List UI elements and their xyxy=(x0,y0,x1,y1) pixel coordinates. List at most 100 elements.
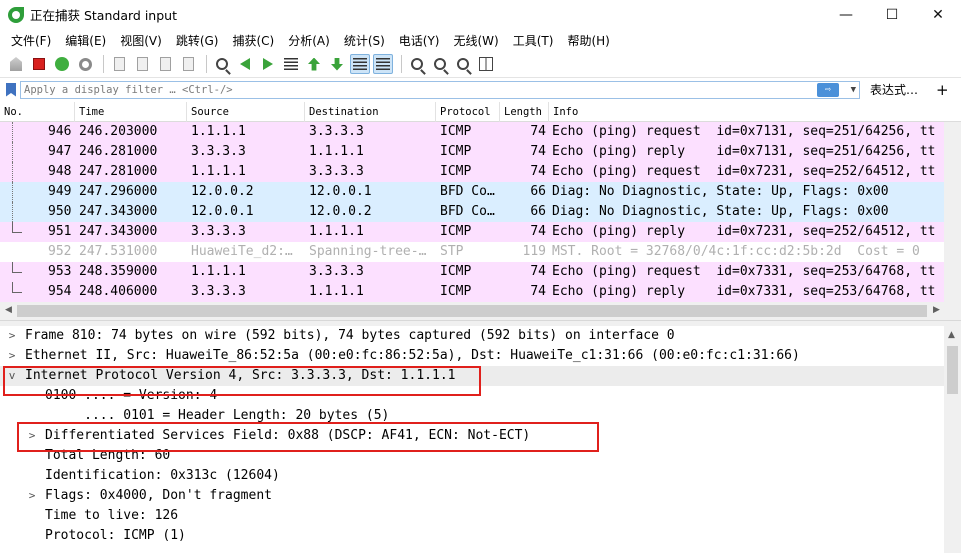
detail-tree-item[interactable]: > Differentiated Services Field: 0x88 (DS… xyxy=(0,426,944,446)
menu-help[interactable]: 帮助(H) xyxy=(560,32,616,49)
detail-tree-item[interactable]: .... 0101 = Header Length: 20 bytes (5) xyxy=(0,406,944,426)
display-filter-input[interactable]: Apply a display filter … <Ctrl-/> ⇨ ▼ xyxy=(20,80,860,99)
column-header-length[interactable]: Length xyxy=(500,102,549,122)
column-header-time[interactable]: Time xyxy=(75,102,187,122)
colorize-button[interactable] xyxy=(373,54,393,74)
expression-button[interactable]: 表达式… xyxy=(870,81,918,98)
packet-cell-info: MST. Root = 32768/0/4c:1f:cc:d2:5b:2d Co… xyxy=(552,244,920,259)
chevron-right-icon[interactable]: > xyxy=(6,346,18,366)
capture-options-button[interactable] xyxy=(75,54,95,74)
window-title: 正在捕获 Standard input xyxy=(30,8,177,23)
save-file-button[interactable] xyxy=(132,54,152,74)
detail-tree-item[interactable]: Total Length: 60 xyxy=(0,446,944,466)
resize-columns-button[interactable] xyxy=(476,54,496,74)
packet-row[interactable]: 950 247.343000 12.0.0.1 12.0.0.2 BFD Co… 66 Di… xyxy=(0,202,944,222)
maximize-button[interactable]: ☐ xyxy=(869,0,915,29)
open-file-button[interactable] xyxy=(109,54,129,74)
packet-cell-proto: ICMP xyxy=(440,144,472,159)
column-header-destination[interactable]: Destination xyxy=(305,102,436,122)
go-forward-button[interactable] xyxy=(258,54,278,74)
detail-tree-item[interactable]: Time to live: 126 xyxy=(0,506,944,526)
menu-wireless[interactable]: 无线(W) xyxy=(447,32,506,49)
horizontal-scroll-thumb[interactable] xyxy=(17,305,927,317)
menu-go[interactable]: 跳转(G) xyxy=(169,32,226,49)
detail-tree-item[interactable]: 0100 .... = Version: 4 xyxy=(0,386,944,406)
column-header-protocol[interactable]: Protocol xyxy=(436,102,500,122)
reload-file-button[interactable] xyxy=(178,54,198,74)
details-vertical-scrollbar[interactable]: ▲ xyxy=(944,326,961,553)
zoom-normal-button[interactable] xyxy=(453,54,473,74)
start-capture-button[interactable] xyxy=(6,54,26,74)
detail-tree-item[interactable]: Protocol: ICMP (1) xyxy=(0,526,944,546)
packet-row[interactable]: 949 247.296000 12.0.0.2 12.0.0.1 BFD Co… 66 Di… xyxy=(0,182,944,202)
column-header-source[interactable]: Source xyxy=(187,102,305,122)
menu-capture[interactable]: 捕获(C) xyxy=(225,32,281,49)
menu-view[interactable]: 视图(V) xyxy=(113,32,169,49)
minimize-button[interactable]: — xyxy=(823,0,869,29)
conversation-tree-connector xyxy=(12,222,22,233)
main-toolbar xyxy=(0,51,961,78)
menu-telephony[interactable]: 电话(Y) xyxy=(392,32,447,49)
bookmark-icon[interactable] xyxy=(6,82,16,97)
chevron-down-icon[interactable]: v xyxy=(6,366,18,386)
detail-tree-item[interactable]: > Flags: 0x4000, Don't fragment xyxy=(0,486,944,506)
scroll-up-icon[interactable]: ▲ xyxy=(948,330,955,340)
packet-cell-dst: 12.0.0.1 xyxy=(309,184,372,199)
chevron-down-icon[interactable]: ▼ xyxy=(851,82,856,98)
detail-tree-item[interactable]: Identification: 0x313c (12604) xyxy=(0,466,944,486)
scroll-right-icon[interactable]: ▶ xyxy=(933,305,940,315)
packet-row[interactable]: 948 247.281000 1.1.1.1 3.3.3.3 ICMP 74 Echo (p… xyxy=(0,162,944,182)
go-back-button[interactable] xyxy=(235,54,255,74)
packet-list-vertical-scrollbar[interactable] xyxy=(944,122,961,302)
column-header-info[interactable]: Info xyxy=(549,102,961,122)
menu-statistics[interactable]: 统计(S) xyxy=(337,32,392,49)
packet-row[interactable]: 953 248.359000 1.1.1.1 3.3.3.3 ICMP 74 Echo (p… xyxy=(0,262,944,282)
zoom-out-button[interactable] xyxy=(430,54,450,74)
packet-row[interactable]: 952 247.531000 HuaweiTe_d2:… Spanning-tree-… xyxy=(0,242,944,262)
menu-tools[interactable]: 工具(T) xyxy=(506,32,561,49)
menu-file[interactable]: 文件(F) xyxy=(4,32,58,49)
packet-cell-no: 950 xyxy=(48,204,72,219)
detail-tree-item[interactable]: > Ethernet II, Src: HuaweiTe_86:52:5a (00… xyxy=(0,346,944,366)
packet-cell-len: 74 xyxy=(530,144,546,159)
menu-edit[interactable]: 编辑(E) xyxy=(58,32,113,49)
chevron-right-icon[interactable]: > xyxy=(26,486,38,506)
find-packet-button[interactable] xyxy=(212,54,232,74)
close-file-button[interactable] xyxy=(155,54,175,74)
packet-cell-dst: 3.3.3.3 xyxy=(309,124,364,139)
packet-row[interactable]: 954 248.406000 3.3.3.3 1.1.1.1 ICMP 74 Echo (p… xyxy=(0,282,944,302)
packet-cell-info: Echo (ping) request id=0x7331, seq=253/6… xyxy=(552,264,936,279)
vertical-scroll-thumb[interactable] xyxy=(947,346,958,394)
detail-tree-item[interactable]: > Frame 810: 74 bytes on wire (592 bits),… xyxy=(0,326,944,346)
packet-cell-no: 946 xyxy=(48,124,72,139)
packet-row[interactable]: 951 247.343000 3.3.3.3 1.1.1.1 ICMP 74 Echo (p… xyxy=(0,222,944,242)
packet-cell-src: 1.1.1.1 xyxy=(191,164,246,179)
go-to-packet-button[interactable] xyxy=(281,54,301,74)
go-last-packet-button[interactable] xyxy=(327,54,347,74)
packet-cell-no: 949 xyxy=(48,184,72,199)
packet-cell-no: 951 xyxy=(48,224,72,239)
autoscroll-button[interactable] xyxy=(350,54,370,74)
stop-icon xyxy=(33,58,45,70)
packet-cell-proto: ICMP xyxy=(440,264,472,279)
packet-row[interactable]: 946 246.203000 1.1.1.1 3.3.3.3 ICMP 74 Echo (p… xyxy=(0,122,944,142)
arrow-down-icon xyxy=(331,57,343,71)
add-filter-button[interactable]: + xyxy=(936,81,949,99)
go-first-packet-button[interactable] xyxy=(304,54,324,74)
stop-capture-button[interactable] xyxy=(29,54,49,74)
restart-capture-button[interactable] xyxy=(52,54,72,74)
packet-row[interactable]: 947 246.281000 3.3.3.3 1.1.1.1 ICMP 74 Echo (p… xyxy=(0,142,944,162)
apply-filter-button[interactable]: ⇨ xyxy=(817,82,839,97)
close-button[interactable]: ✕ xyxy=(915,0,961,29)
packet-list-horizontal-scrollbar[interactable]: ◀ ▶ xyxy=(0,302,961,320)
column-header-no[interactable]: No. xyxy=(0,102,75,122)
zoom-in-button[interactable] xyxy=(407,54,427,74)
detail-text: Total Length: 60 xyxy=(45,448,171,463)
chevron-right-icon[interactable]: > xyxy=(26,426,38,446)
packet-cell-time: 248.359000 xyxy=(79,264,158,279)
scroll-left-icon[interactable]: ◀ xyxy=(5,305,12,315)
menu-analyze[interactable]: 分析(A) xyxy=(281,32,337,49)
chevron-right-icon[interactable]: > xyxy=(6,326,18,346)
packet-cell-info: Echo (ping) reply id=0x7231, seq=252/645… xyxy=(552,224,936,239)
detail-tree-item[interactable]: v Internet Protocol Version 4, Src: 3.3.3… xyxy=(0,366,944,386)
